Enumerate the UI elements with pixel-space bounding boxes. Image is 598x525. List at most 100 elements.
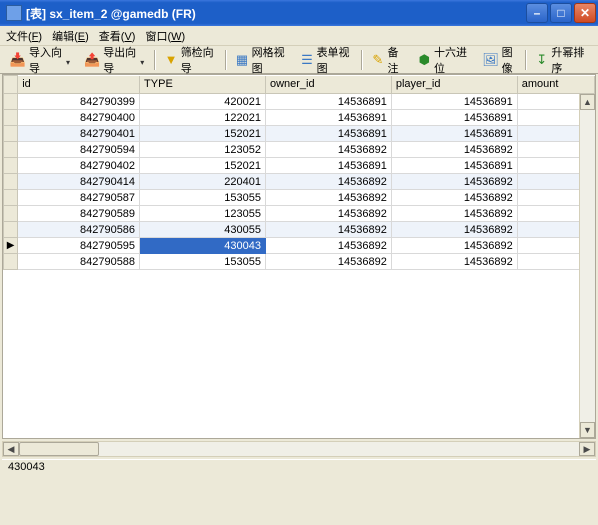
cell-type[interactable]: 123055 [140, 206, 266, 222]
window-title: [表] sx_item_2 @gamedb (FR) [26, 5, 526, 22]
cell-type[interactable]: 152021 [140, 158, 266, 174]
cell-type[interactable]: 123052 [140, 142, 266, 158]
row-indicator[interactable] [4, 94, 18, 110]
column-header-TYPE[interactable]: TYPE [140, 76, 266, 94]
separator [225, 50, 227, 70]
cell-owner[interactable]: 14536891 [265, 110, 391, 126]
window-buttons: – □ ✕ [526, 3, 596, 23]
cell-player[interactable]: 14536892 [391, 190, 517, 206]
toolbar: 📥导入向导 📤导出向导 ▼筛检向导 ▦网格视图 ☰表单视图 ✎备注 ⬢十六进位 … [0, 46, 598, 74]
import-wizard-button[interactable]: 📥导入向导 [4, 42, 78, 78]
image-button[interactable]: 🖼图像 [477, 42, 523, 78]
export-icon: 📤 [84, 52, 100, 68]
cell-id[interactable]: 842790594 [18, 142, 140, 158]
cell-id[interactable]: 842790399 [18, 94, 140, 110]
column-header-amount[interactable]: amount [517, 76, 594, 94]
separator [525, 50, 527, 70]
scroll-track[interactable] [19, 442, 579, 456]
cell-owner[interactable]: 14536892 [265, 174, 391, 190]
cell-type[interactable]: 153055 [140, 254, 266, 270]
separator [154, 50, 156, 70]
app-icon [6, 5, 22, 21]
cell-owner[interactable]: 14536891 [265, 126, 391, 142]
cell-player[interactable]: 14536892 [391, 206, 517, 222]
grid-view-button[interactable]: ▦网格视图 [229, 42, 294, 78]
cell-owner[interactable]: 14536892 [265, 254, 391, 270]
cell-owner[interactable]: 14536892 [265, 238, 391, 254]
hex-button[interactable]: ⬢十六进位 [412, 42, 477, 78]
filter-wizard-button[interactable]: ▼筛检向导 [158, 42, 223, 78]
column-header-player_id[interactable]: player_id [391, 76, 517, 94]
cell-owner[interactable]: 14536892 [265, 206, 391, 222]
minimize-button[interactable]: – [526, 3, 548, 23]
row-indicator[interactable] [4, 174, 18, 190]
scroll-left-arrow[interactable]: ◀ [3, 442, 19, 456]
scroll-thumb[interactable] [19, 442, 99, 456]
scroll-down-arrow[interactable]: ▼ [580, 422, 595, 438]
cell-player[interactable]: 14536891 [391, 110, 517, 126]
cell-id[interactable]: 842790589 [18, 206, 140, 222]
scroll-up-arrow[interactable]: ▲ [580, 94, 595, 110]
cell-player[interactable]: 14536891 [391, 126, 517, 142]
import-icon: 📥 [10, 52, 26, 68]
filter-icon: ▼ [164, 52, 177, 68]
cell-id[interactable]: 842790588 [18, 254, 140, 270]
cell-owner[interactable]: 14536891 [265, 94, 391, 110]
row-indicator[interactable] [4, 190, 18, 206]
scroll-right-arrow[interactable]: ▶ [579, 442, 595, 456]
cell-owner[interactable]: 14536892 [265, 190, 391, 206]
cell-player[interactable]: 14536891 [391, 158, 517, 174]
column-header-id[interactable]: id [18, 76, 140, 94]
cell-type[interactable]: 430055 [140, 222, 266, 238]
cell-player[interactable]: 14536892 [391, 174, 517, 190]
cell-type[interactable]: 153055 [140, 190, 266, 206]
cell-player[interactable]: 14536892 [391, 254, 517, 270]
cell-id[interactable]: 842790414 [18, 174, 140, 190]
maximize-button[interactable]: □ [550, 3, 572, 23]
cell-id[interactable]: 842790400 [18, 110, 140, 126]
close-button[interactable]: ✕ [574, 3, 596, 23]
status-bar: 430043 [2, 459, 596, 475]
cell-player[interactable]: 14536892 [391, 222, 517, 238]
cell-type[interactable]: 420021 [140, 94, 266, 110]
form-view-button[interactable]: ☰表单视图 [294, 42, 359, 78]
hex-icon: ⬢ [418, 52, 431, 68]
chevron-down-icon [66, 56, 72, 64]
cell-type[interactable]: 430043 [140, 238, 266, 254]
horizontal-scrollbar[interactable]: ◀ ▶ [2, 441, 596, 457]
cell-owner[interactable]: 14536892 [265, 142, 391, 158]
titlebar: [表] sx_item_2 @gamedb (FR) – □ ✕ [0, 0, 598, 26]
cell-player[interactable]: 14536891 [391, 94, 517, 110]
row-indicator[interactable] [4, 142, 18, 158]
column-header-owner_id[interactable]: owner_id [265, 76, 391, 94]
cell-type[interactable]: 122021 [140, 110, 266, 126]
grid-icon: ▦ [235, 52, 248, 68]
row-indicator[interactable]: ▶ [4, 238, 18, 254]
cell-id[interactable]: 842790595 [18, 238, 140, 254]
image-icon: 🖼 [483, 52, 499, 68]
status-text: 430043 [8, 461, 45, 473]
cell-owner[interactable]: 14536892 [265, 222, 391, 238]
cell-player[interactable]: 14536892 [391, 142, 517, 158]
cell-type[interactable]: 152021 [140, 126, 266, 142]
cell-id[interactable]: 842790587 [18, 190, 140, 206]
row-indicator[interactable] [4, 158, 18, 174]
row-indicator[interactable] [4, 206, 18, 222]
sort-asc-icon: ↧ [535, 52, 548, 68]
row-indicator[interactable] [4, 126, 18, 142]
note-icon: ✎ [371, 52, 384, 68]
row-indicator[interactable] [4, 254, 18, 270]
cell-id[interactable]: 842790401 [18, 126, 140, 142]
vertical-scrollbar[interactable]: ▲ ▼ [579, 94, 595, 438]
cell-id[interactable]: 842790402 [18, 158, 140, 174]
cell-id[interactable]: 842790586 [18, 222, 140, 238]
sort-asc-button[interactable]: ↧升幂排序 [529, 42, 594, 78]
row-indicator[interactable] [4, 110, 18, 126]
note-button[interactable]: ✎备注 [365, 42, 411, 78]
cell-player[interactable]: 14536892 [391, 238, 517, 254]
export-wizard-button[interactable]: 📤导出向导 [78, 42, 152, 78]
cell-owner[interactable]: 14536891 [265, 158, 391, 174]
row-indicator[interactable] [4, 222, 18, 238]
data-grid[interactable]: idTYPEowner_idplayer_idamount 8427903994… [2, 74, 596, 439]
cell-type[interactable]: 220401 [140, 174, 266, 190]
